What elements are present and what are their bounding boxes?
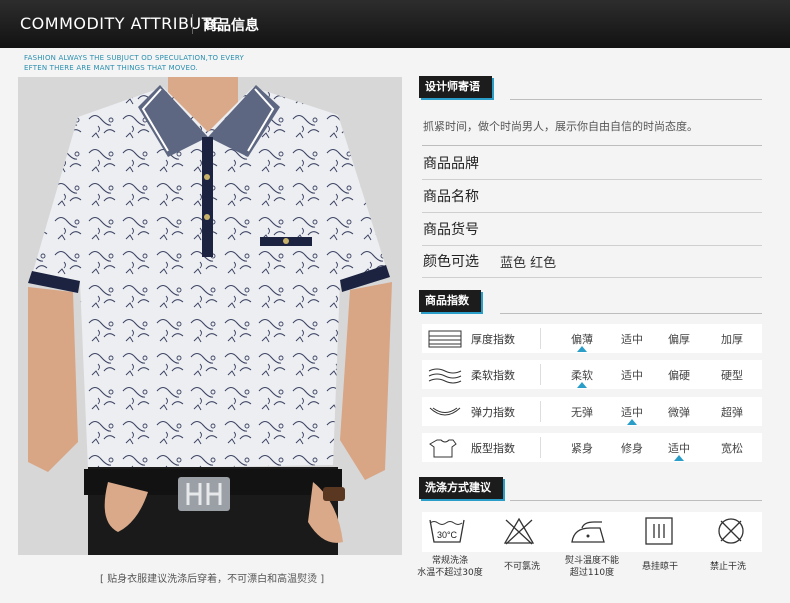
thickness-icon [428,330,462,348]
info-key: 商品名称 [423,189,479,205]
info-row-brand: 商品品牌 [422,147,762,180]
fit-icon [429,439,457,458]
softness-icon [428,368,462,384]
iron-icon [571,521,605,543]
wash-text-no-bleach: 不可氯洗 [482,561,562,573]
index-option: 偏厚 [668,333,690,346]
index-option: 宽松 [721,442,743,455]
wash-text-line: 常规洗涤 [431,556,468,566]
wash-label: 洗涤方式建议 [419,477,503,499]
index-row-thickness: 厚度指数 偏薄 适中 偏厚 加厚 [422,324,762,353]
index-option: 偏硬 [668,369,690,382]
header-divider [192,14,193,34]
index-option: 微弹 [668,406,690,419]
product-photo [18,77,402,555]
wash-icons-panel: 30°C [422,512,762,552]
elasticity-icon [429,407,461,416]
index-row-softness: 柔软指数 柔软 适中 偏硬 硬型 [422,360,762,389]
index-option: 加厚 [721,333,743,346]
index-row-fit: 版型指数 紧身 修身 适中 宽松 [422,433,762,462]
index-option: 硬型 [721,369,743,382]
tagline-line-2: EFTEN THERE ARE MANT THINGS THAT MOVEO. [24,64,198,72]
wash-text-normal: 常规洗涤 水温不超过30度 [410,555,490,579]
index-option: 适中 [621,369,643,382]
header-title-cn: 商品信息 [203,18,259,34]
info-key: 商品货号 [423,222,479,238]
index-divider [540,401,541,422]
index-name: 柔软指数 [471,369,515,382]
designer-rule [510,99,762,100]
index-divider [540,328,541,349]
index-option: 适中 [621,333,643,346]
index-name: 厚度指数 [471,333,515,346]
designer-label: 设计师寄语 [419,76,492,98]
tagline-line-1: FASHION ALWAYS THE SUBJUCT OD SPECULATIO… [24,54,244,62]
wash-text-no-dry-clean: 禁止干洗 [688,561,768,573]
index-label: 商品指数 [419,290,481,312]
index-marker [627,419,637,425]
no-bleach-icon [503,517,535,545]
index-marker [577,382,587,388]
index-marker [674,455,684,461]
index-divider [540,437,541,458]
index-marker [577,346,587,352]
index-rule [500,313,762,314]
index-option: 紧身 [571,442,593,455]
header-bar: COMMODITY ATTRIBUTE 商品信息 [0,0,790,48]
designer-note: 抓紧时间，做个时尚男人，展示你自由自信的时尚态度。 [423,120,698,133]
index-divider [540,364,541,385]
info-row-name: 商品名称 [422,180,762,213]
wash-30c-icon: 30°C [429,519,465,543]
designer-divider [422,145,762,146]
index-option: 修身 [621,442,643,455]
hang-dry-icon [645,517,673,545]
tagline: FASHION ALWAYS THE SUBJUCT OD SPECULATIO… [24,53,284,73]
index-option: 无弹 [571,406,593,419]
info-value: 蓝色 红色 [500,256,557,271]
info-row-colors: 颜色可选 蓝色 红色 [422,245,762,278]
info-key: 颜色可选 [423,254,479,270]
index-row-elasticity: 弹力指数 无弹 适中 微弹 超弹 [422,397,762,426]
index-option: 柔软 [571,369,593,382]
index-name: 版型指数 [471,442,515,455]
no-dry-clean-icon [718,518,744,544]
index-option: 适中 [668,442,690,455]
wash-text-line: 禁止干洗 [709,562,746,572]
wash-text-line: 不可氯洗 [503,562,540,572]
wash-rule [510,500,762,501]
photo-caption: [ 贴身衣服建议洗涤后穿着，不可漂白和高温熨烫 ] [100,574,325,585]
index-option: 超弹 [721,406,743,419]
info-row-sku: 商品货号 [422,213,762,246]
index-option: 适中 [621,406,643,419]
wash-text-line: 水温不超过30度 [417,568,483,578]
index-option: 偏薄 [571,333,593,346]
info-key: 商品品牌 [423,156,479,172]
index-name: 弹力指数 [471,406,515,419]
wash-temp-label: 30°C [437,530,458,540]
